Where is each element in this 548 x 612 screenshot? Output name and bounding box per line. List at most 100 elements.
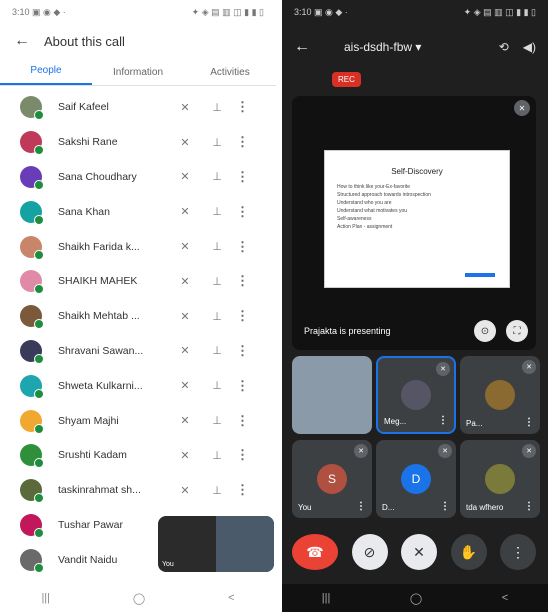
- pin-icon[interactable]: ⊥: [208, 101, 226, 114]
- tile-name: Pa...: [466, 419, 483, 428]
- more-vert-icon[interactable]: ⋮: [236, 99, 249, 115]
- page-title: About this call: [44, 33, 125, 49]
- mic-off-icon: ✕: [180, 206, 190, 219]
- pin-icon[interactable]: ⊥: [208, 484, 226, 497]
- pin-icon[interactable]: ⊥: [208, 449, 226, 462]
- participant-video-tile[interactable]: [292, 356, 372, 434]
- android-nav-bar: ||| ◯ <: [282, 584, 548, 612]
- participant-row[interactable]: Saif Kafeel ✕ ⊥ ⋮: [0, 90, 276, 125]
- more-vert-icon[interactable]: ⋮: [236, 239, 249, 255]
- more-vert-icon[interactable]: ⋮: [356, 501, 366, 512]
- pin-icon[interactable]: ⊥: [208, 379, 226, 392]
- participant-row[interactable]: Shyam Majhi ✕ ⊥ ⋮: [0, 403, 276, 438]
- participant-row[interactable]: Shaikh Mehtab ... ✕ ⊥ ⋮: [0, 299, 276, 334]
- tab-information[interactable]: Information: [92, 67, 184, 85]
- picture-in-picture[interactable]: You: [158, 516, 274, 572]
- more-vert-icon[interactable]: ⋮: [236, 273, 249, 289]
- slide-bullet: Action Plan - assignment: [337, 224, 393, 230]
- more-options-button[interactable]: ⋮: [500, 534, 536, 570]
- pin-icon[interactable]: ⊥: [208, 310, 226, 323]
- meeting-name[interactable]: ais-dsdh-fbw ▾: [344, 40, 421, 54]
- back-arrow-icon[interactable]: ←: [14, 32, 44, 50]
- mic-off-icon: ✕: [180, 136, 190, 149]
- recording-badge: REC: [332, 72, 361, 87]
- pin-icon[interactable]: ⊥: [208, 170, 226, 183]
- participant-name: Sana Choudhary: [58, 170, 137, 183]
- call-controls: ☎ ⊘ ✕ ✋ ⋮: [292, 534, 536, 570]
- participant-row[interactable]: Shweta Kulkarni... ✕ ⊥ ⋮: [0, 368, 276, 403]
- more-vert-icon[interactable]: ⋮: [524, 501, 534, 512]
- avatar: S: [317, 464, 347, 494]
- more-vert-icon[interactable]: ⋮: [236, 413, 249, 429]
- switch-camera-icon[interactable]: ⟲: [499, 40, 509, 54]
- tab-people[interactable]: People: [0, 65, 92, 85]
- speaker-icon[interactable]: ◀): [523, 40, 536, 54]
- recents-button[interactable]: |||: [41, 592, 50, 604]
- recents-button[interactable]: |||: [322, 592, 331, 604]
- avatar: [401, 380, 431, 410]
- more-vert-icon[interactable]: ⋮: [236, 447, 249, 463]
- avatar: [20, 131, 44, 156]
- participant-row[interactable]: taskinrahmat sh... ✕ ⊥ ⋮: [0, 473, 276, 508]
- participant-tile[interactable]: S ✕ You ⋮: [292, 440, 372, 518]
- header-actions: ⟲ ◀): [499, 40, 536, 54]
- participant-tile[interactable]: ✕ Meg... ⋮: [376, 356, 456, 434]
- more-vert-icon[interactable]: ⋮: [236, 204, 249, 220]
- participant-tile[interactable]: ✕ tda wfhero ⋮: [460, 440, 540, 518]
- meet-call-screen: 3:10 ▣ ◉ ◆ · ✦ ◈ ▤ ▥ ◫ ▮ ▮ ▯ ← ais-dsdh-…: [282, 0, 548, 612]
- slide-progress-bar: [465, 273, 495, 277]
- participant-row[interactable]: Sakshi Rane ✕ ⊥ ⋮: [0, 125, 276, 160]
- avatar: [20, 444, 44, 469]
- mic-off-icon: ✕: [354, 444, 368, 458]
- avatar: [485, 380, 515, 410]
- avatar: D: [401, 464, 431, 494]
- presenting-label: Prajakta is presenting: [304, 326, 391, 336]
- mic-off-icon: ✕: [180, 345, 190, 358]
- home-button[interactable]: ◯: [133, 592, 145, 605]
- mic-off-icon: ✕: [522, 360, 536, 374]
- pin-icon[interactable]: ⊥: [208, 275, 226, 288]
- participant-row[interactable]: Shravani Sawan... ✕ ⊥ ⋮: [0, 334, 276, 369]
- more-vert-icon[interactable]: ⋮: [440, 501, 450, 512]
- back-arrow-icon[interactable]: ←: [294, 38, 324, 56]
- pin-icon[interactable]: ⊥: [208, 205, 226, 218]
- avatar: [20, 165, 44, 190]
- more-vert-icon[interactable]: ⋮: [236, 308, 249, 324]
- pin-icon[interactable]: ⊥: [208, 344, 226, 357]
- avatar-initial: D: [411, 472, 421, 486]
- participant-row[interactable]: Shaikh Farida k... ✕ ⊥ ⋮: [0, 229, 276, 264]
- end-call-button[interactable]: ☎: [292, 534, 338, 570]
- avatar: [20, 548, 44, 573]
- participant-row[interactable]: Sana Choudhary ✕ ⊥ ⋮: [0, 160, 276, 195]
- raise-hand-button[interactable]: ✋: [450, 534, 487, 570]
- back-button[interactable]: <: [502, 592, 508, 604]
- more-vert-icon[interactable]: ⋮: [524, 417, 534, 428]
- participant-row[interactable]: Srushti Kadam ✕ ⊥ ⋮: [0, 438, 276, 473]
- participant-row[interactable]: SHAIKH MAHEK ✕ ⊥ ⋮: [0, 264, 276, 299]
- pin-icon[interactable]: ⊙: [474, 320, 496, 342]
- pin-icon[interactable]: ⊥: [208, 414, 226, 427]
- more-vert-icon[interactable]: ⋮: [236, 482, 249, 498]
- more-vert-icon[interactable]: ⋮: [438, 415, 448, 426]
- participant-tile[interactable]: ✕ Pa... ⋮: [460, 356, 540, 434]
- more-vert-icon[interactable]: ⋮: [236, 134, 249, 150]
- pin-icon[interactable]: ⊥: [208, 240, 226, 253]
- more-vert-icon[interactable]: ⋮: [236, 343, 249, 359]
- more-vert-icon[interactable]: ⋮: [236, 378, 249, 394]
- pip-presentation-tile: [216, 516, 274, 572]
- tab-activities[interactable]: Activities: [184, 67, 276, 85]
- tab-bar: People Information Activities: [0, 58, 276, 86]
- mic-off-icon: ✕: [180, 449, 190, 462]
- more-vert-icon[interactable]: ⋮: [236, 169, 249, 185]
- camera-off-button[interactable]: ⊘: [351, 534, 388, 570]
- fullscreen-icon[interactable]: ⛶: [506, 320, 528, 342]
- avatar: [20, 200, 44, 225]
- participant-tile[interactable]: D ✕ D... ⋮: [376, 440, 456, 518]
- back-button[interactable]: <: [228, 592, 234, 604]
- status-bar: 3:10 ▣ ◉ ◆ · ✦ ◈ ▤ ▥ ◫ ▮ ▮ ▯: [0, 0, 276, 24]
- home-button[interactable]: ◯: [410, 592, 422, 605]
- mic-off-button[interactable]: ✕: [401, 534, 437, 570]
- participant-name: Srushti Kadam: [58, 449, 127, 462]
- pin-icon[interactable]: ⊥: [208, 136, 226, 149]
- participant-row[interactable]: Sana Khan ✕ ⊥ ⋮: [0, 194, 276, 229]
